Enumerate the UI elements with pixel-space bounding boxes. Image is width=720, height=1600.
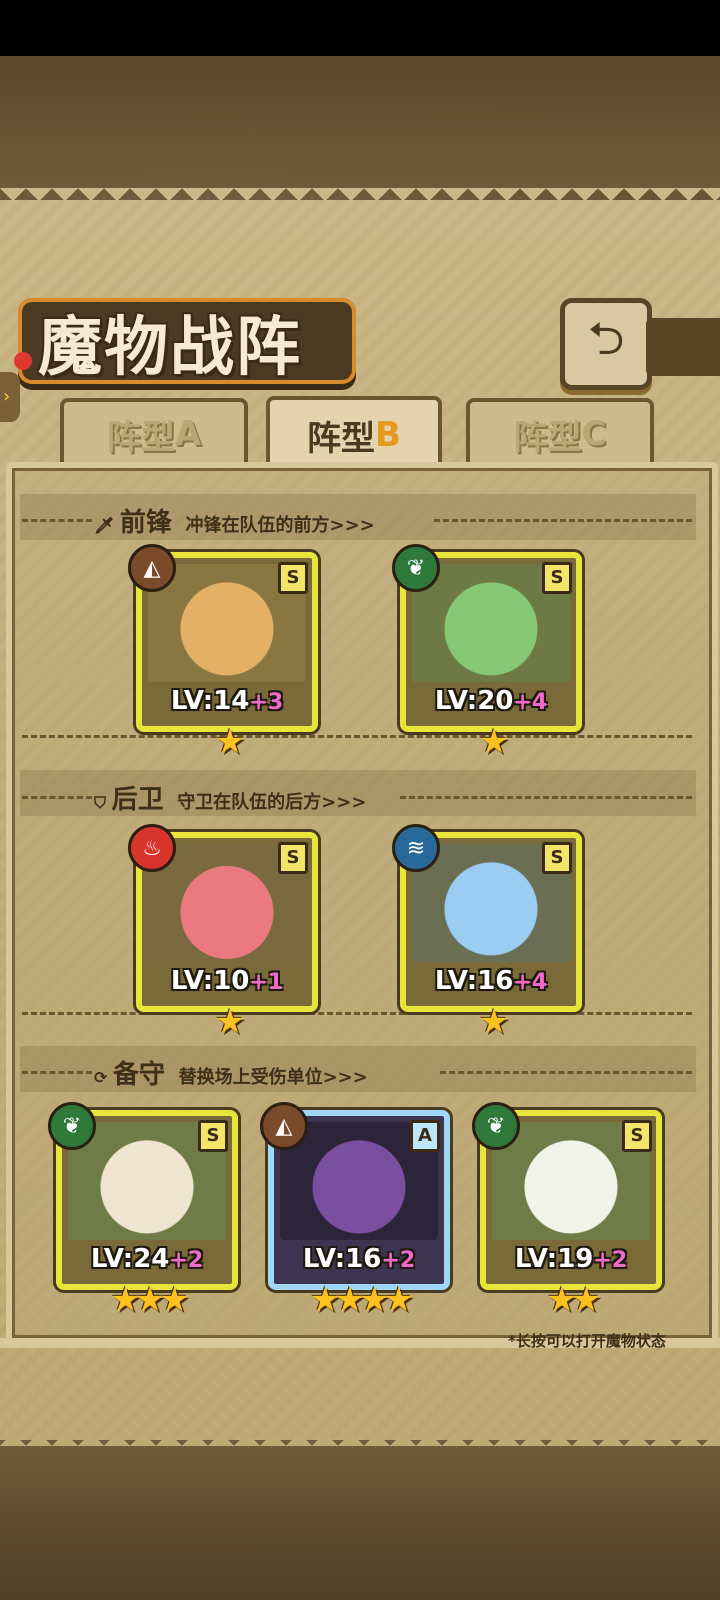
earth-icon: ◭ xyxy=(128,544,176,592)
divider xyxy=(22,1071,92,1074)
level-value: LV:14 xyxy=(170,686,250,716)
level-value: LV:20 xyxy=(434,686,514,716)
section-back-label: ⛉ 后卫 守卫在队伍的后方>>> xyxy=(94,779,366,816)
section-title: 备守 xyxy=(112,1060,165,1090)
rank-badge: S xyxy=(198,1120,228,1152)
level-label: LV:10+1 xyxy=(142,966,312,996)
level-bonus: +1 xyxy=(249,970,284,995)
level-value: LV:19 xyxy=(514,1244,594,1274)
level-value: LV:16 xyxy=(434,966,514,996)
section-subtitle: 冲锋在队伍的前方>>> xyxy=(185,515,375,536)
star-rating: ★★★ xyxy=(110,1280,189,1320)
divider xyxy=(400,796,692,799)
divider xyxy=(434,519,692,522)
chevron-right-icon: › xyxy=(3,386,11,407)
rank-badge: S xyxy=(278,842,308,874)
monster-card[interactable]: S LV:16+4 ★ ≋ xyxy=(392,824,582,1042)
leaf-icon: ❦ xyxy=(472,1102,520,1150)
star-rating: ★★★★ xyxy=(310,1280,414,1320)
map-background-top xyxy=(0,56,720,191)
tab-label: 阵型 xyxy=(106,417,175,458)
swap-icon: ⟳ xyxy=(94,1068,108,1087)
tab-letter: A xyxy=(174,414,202,454)
level-bonus: +2 xyxy=(169,1248,204,1273)
level-label: LV:16+2 xyxy=(274,1244,444,1274)
level-bonus: +3 xyxy=(249,690,284,715)
section-title: 前锋 xyxy=(119,508,172,538)
side-drawer-handle[interactable]: › xyxy=(0,372,20,422)
notification-dot xyxy=(14,352,32,370)
leaf-icon: ❦ xyxy=(392,544,440,592)
level-value: LV:16 xyxy=(302,1244,382,1274)
tab-formation-a[interactable]: 阵型 A xyxy=(60,398,248,466)
page-title: 魔物战阵 xyxy=(38,310,302,385)
star-rating: ★ xyxy=(214,1002,245,1042)
level-label: LV:14+3 xyxy=(142,686,312,716)
parchment-edge-bottom xyxy=(0,1420,720,1446)
section-reserve-label: ⟳ 备守 替换场上受伤单位>>> xyxy=(94,1054,368,1091)
star-rating: ★ xyxy=(214,722,245,762)
monster-card[interactable]: S LV:20+4 ★ ❦ xyxy=(392,544,582,762)
divider xyxy=(22,1012,692,1015)
header-strip xyxy=(646,318,720,376)
monster-card[interactable]: S LV:10+1 ★ ♨ xyxy=(128,824,318,1042)
level-label: LV:20+4 xyxy=(406,686,576,716)
tab-label: 阵型 xyxy=(307,418,376,459)
tab-label: 阵型 xyxy=(513,417,582,458)
back-button[interactable]: ⮌ xyxy=(560,298,652,390)
earth-icon: ◭ xyxy=(260,1102,308,1150)
level-label: LV:16+4 xyxy=(406,966,576,996)
rank-badge: S xyxy=(278,562,308,594)
tab-formation-c[interactable]: 阵型 C xyxy=(466,398,654,466)
level-label: LV:19+2 xyxy=(486,1244,656,1274)
long-press-hint: *长按可以打开魔物状态 xyxy=(508,1332,666,1350)
tab-letter: B xyxy=(375,415,401,455)
monster-card[interactable]: S LV:24+2 ★★★ ❦ xyxy=(48,1102,238,1320)
rank-badge: A xyxy=(410,1120,440,1152)
section-subtitle: 替换场上受伤单位>>> xyxy=(178,1067,368,1088)
monster-card[interactable]: A LV:16+2 ★★★★ ◭ xyxy=(260,1102,450,1320)
tab-letter: C xyxy=(581,414,607,454)
divider xyxy=(22,735,692,738)
fire-icon: ♨ xyxy=(128,824,176,872)
monster-card[interactable]: S LV:19+2 ★★ ❦ xyxy=(472,1102,662,1320)
water-icon: ≋ xyxy=(392,824,440,872)
section-front-label: 🗡 前锋 冲锋在队伍的前方>>> xyxy=(94,502,375,539)
section-subtitle: 守卫在队伍的后方>>> xyxy=(177,792,367,813)
sword-icon: 🗡 xyxy=(94,516,115,535)
rank-badge: S xyxy=(542,842,572,874)
divider xyxy=(440,1071,692,1074)
level-label: LV:24+2 xyxy=(62,1244,232,1274)
divider xyxy=(22,519,92,522)
shield-icon: ⛉ xyxy=(94,793,107,812)
return-arrow-icon: ⮌ xyxy=(587,311,625,365)
level-value: LV:24 xyxy=(90,1244,170,1274)
level-bonus: +4 xyxy=(513,970,548,995)
level-bonus: +2 xyxy=(593,1248,628,1273)
level-bonus: +4 xyxy=(513,690,548,715)
star-rating: ★★ xyxy=(546,1280,602,1320)
level-value: LV:10 xyxy=(170,966,250,996)
rank-badge: S xyxy=(622,1120,652,1152)
star-rating: ★ xyxy=(478,722,509,762)
divider xyxy=(22,796,92,799)
level-bonus: +2 xyxy=(381,1248,416,1273)
leaf-icon: ❦ xyxy=(48,1102,96,1150)
star-rating: ★ xyxy=(478,1002,509,1042)
monster-card[interactable]: S LV:14+3 ★ ◭ xyxy=(128,544,318,762)
rank-badge: S xyxy=(542,562,572,594)
parchment-edge-top xyxy=(0,188,720,214)
tab-formation-b[interactable]: 阵型 B xyxy=(266,396,442,470)
map-background-bottom xyxy=(0,1440,720,1600)
section-title: 后卫 xyxy=(111,785,164,815)
status-bar xyxy=(0,0,720,56)
